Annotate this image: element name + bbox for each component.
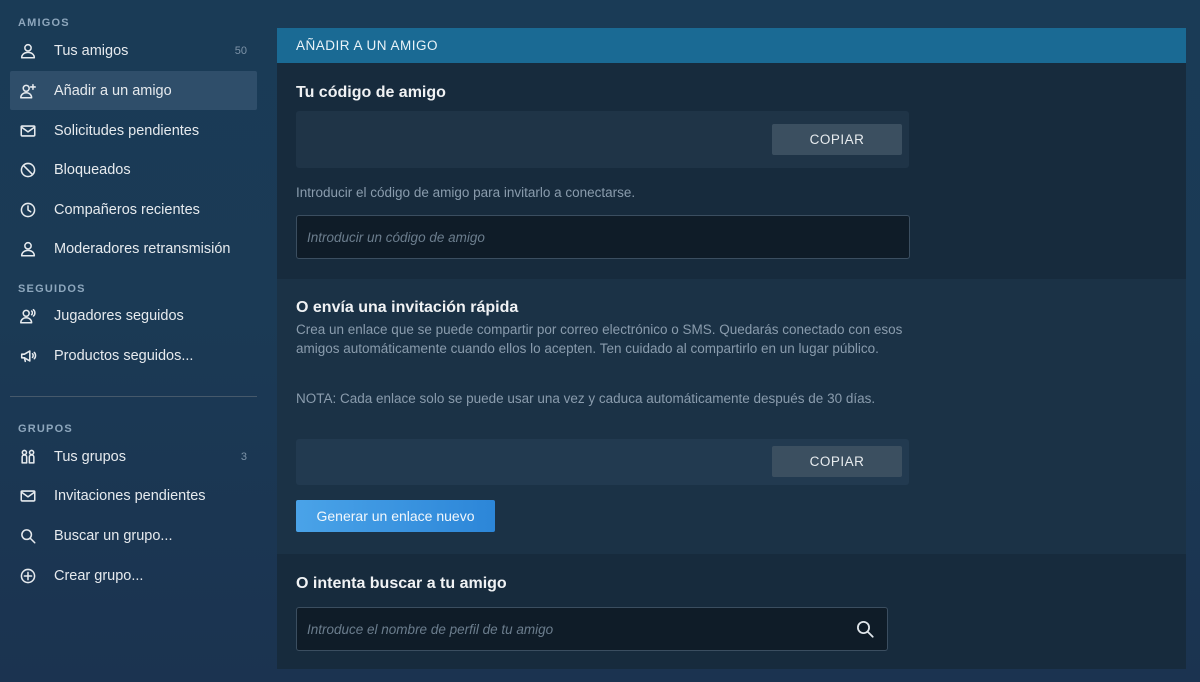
profile-search-placeholder: Introduce el nombre de perfil de tu amig… — [307, 621, 554, 637]
sidebar-item-label: Tus grupos — [54, 448, 126, 465]
sidebar-item-label: Moderadores retransmisión — [54, 240, 231, 257]
quick-invite-section: O envía una invitación rápida Crea un en… — [277, 279, 1186, 554]
sidebar-item-followed-products[interactable]: Productos seguidos... — [10, 336, 257, 375]
search-icon[interactable] — [855, 619, 875, 639]
search-friend-section: O intenta buscar a tu amigo Introduce el… — [277, 554, 1186, 669]
friend-code-input[interactable]: Introducir un código de amigo — [296, 215, 910, 259]
clock-icon — [18, 200, 38, 220]
section-label-friends: AMIGOS — [18, 17, 70, 29]
person-icon — [18, 239, 38, 259]
copy-invite-link-button[interactable]: COPIAR — [772, 446, 902, 477]
friend-code-display: COPIAR — [296, 111, 909, 168]
groups-count: 3 — [240, 450, 247, 463]
sidebar-item-label: Invitaciones pendientes — [54, 487, 206, 504]
generate-link-button[interactable]: Generar un enlace nuevo — [296, 500, 495, 532]
plus-circle-icon — [18, 566, 38, 586]
person-icon — [18, 41, 38, 61]
sidebar-item-label: Productos seguidos... — [54, 347, 194, 364]
sidebar-item-create-group[interactable]: Crear grupo... — [10, 556, 257, 595]
copy-friend-code-button[interactable]: COPIAR — [772, 124, 902, 155]
panel-header: AÑADIR A UN AMIGO — [277, 28, 1186, 63]
sidebar-item-add-friend[interactable]: Añadir a un amigo — [10, 71, 257, 110]
sidebar-item-followed-players[interactable]: Jugadores seguidos — [10, 296, 257, 335]
friend-code-section: Tu código de amigo COPIAR Introducir el … — [277, 63, 1186, 279]
envelope-icon — [18, 121, 38, 141]
quick-invite-note: NOTA: Cada enlace solo se puede usar una… — [296, 391, 876, 406]
invite-link-display: COPIAR — [296, 439, 909, 485]
add-person-icon — [18, 81, 38, 101]
add-friend-panel: AÑADIR A UN AMIGO Tu código de amigo COP… — [277, 28, 1186, 669]
envelope-icon — [18, 486, 38, 506]
group-icon — [18, 447, 38, 467]
sidebar-item-label: Buscar un grupo... — [54, 527, 173, 544]
sidebar-item-your-friends[interactable]: Tus amigos 50 — [10, 31, 257, 70]
sidebar-item-your-groups[interactable]: Tus grupos 3 — [10, 437, 257, 476]
search-icon — [18, 526, 38, 546]
sidebar-item-label: Jugadores seguidos — [54, 307, 184, 324]
sidebar-item-label: Compañeros recientes — [54, 201, 200, 218]
search-friend-title: O intenta buscar a tu amigo — [296, 575, 507, 592]
quick-invite-description: Crea un enlace que se puede compartir po… — [296, 322, 903, 356]
blocked-icon — [18, 160, 38, 180]
sidebar-item-search-group[interactable]: Buscar un grupo... — [10, 516, 257, 555]
friends-count: 50 — [234, 44, 247, 57]
section-label-groups: GRUPOS — [18, 423, 73, 435]
sidebar-item-pending-invitations[interactable]: Invitaciones pendientes — [10, 476, 257, 515]
sidebar-item-broadcast-moderators[interactable]: Moderadores retransmisión — [10, 229, 257, 268]
sidebar-item-label: Bloqueados — [54, 161, 131, 178]
megaphone-icon — [18, 346, 38, 366]
sidebar: AMIGOS Tus amigos 50 Añadir a un amigo S… — [0, 0, 268, 682]
sidebar-item-label: Añadir a un amigo — [54, 82, 172, 99]
sidebar-divider — [10, 396, 257, 397]
profile-search-input[interactable]: Introduce el nombre de perfil de tu amig… — [296, 607, 888, 651]
sidebar-item-recent-players[interactable]: Compañeros recientes — [10, 190, 257, 229]
section-label-following: SEGUIDOS — [18, 283, 86, 295]
sidebar-item-pending-requests[interactable]: Solicitudes pendientes — [10, 111, 257, 150]
quick-invite-title: O envía una invitación rápida — [296, 299, 519, 316]
sidebar-item-label: Solicitudes pendientes — [54, 122, 200, 139]
friend-code-title: Tu código de amigo — [296, 84, 446, 101]
sidebar-item-blocked[interactable]: Bloqueados — [10, 150, 257, 189]
friend-code-hint: Introducir el código de amigo para invit… — [296, 185, 636, 200]
sidebar-item-label: Crear grupo... — [54, 567, 144, 584]
followed-person-icon — [18, 306, 38, 326]
sidebar-item-label: Tus amigos — [54, 42, 129, 59]
